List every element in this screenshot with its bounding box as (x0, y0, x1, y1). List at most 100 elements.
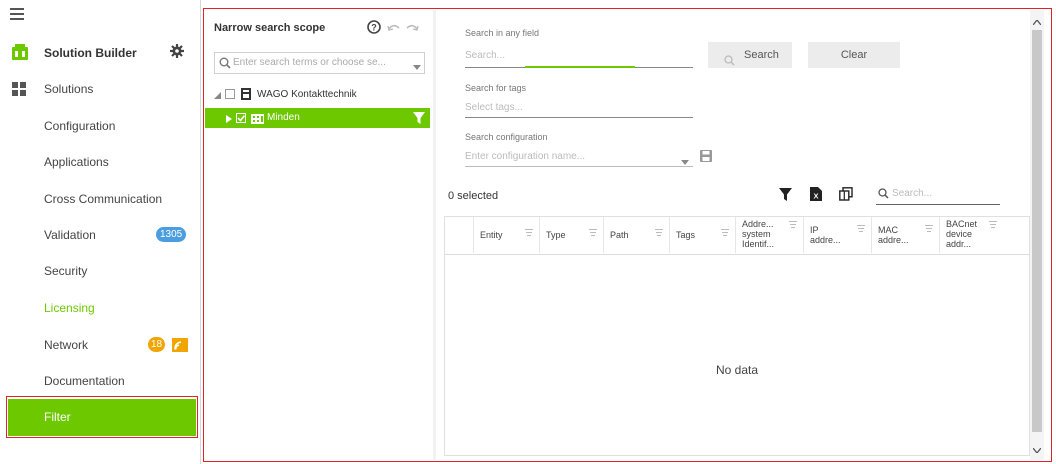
column-menu-icon[interactable] (721, 229, 729, 236)
tree-node-wago[interactable]: WAGO Kontakttechnik (214, 86, 429, 104)
excel-export-icon[interactable]: X (810, 187, 822, 201)
tags-placeholder: Select tags... (465, 102, 523, 113)
collapse-arrow-icon[interactable] (214, 90, 221, 99)
sidebar-item-label: Applications (44, 155, 109, 169)
chevron-down-icon[interactable] (413, 61, 421, 70)
column-header-ip-address[interactable]: IP addre... (803, 217, 871, 253)
sidebar-item-label: Documentation (44, 374, 125, 388)
sidebar-item-licensing[interactable]: Licensing (0, 291, 199, 327)
column-header-tags[interactable]: Tags (669, 217, 735, 253)
vertical-scrollbar[interactable] (1030, 10, 1044, 460)
validation-count-badge: 1305 (156, 227, 187, 242)
scroll-down-icon[interactable] (1032, 444, 1042, 455)
company-icon (241, 88, 251, 100)
column-header-label: Entity (480, 230, 503, 240)
search-icon (724, 50, 735, 66)
sidebar-item-validation[interactable]: Validation 1305 (0, 218, 199, 254)
filter-icon[interactable] (413, 112, 425, 124)
any-field-input[interactable]: Search... (465, 50, 693, 68)
sidebar: Solution Builder Solutions Configuration… (0, 0, 201, 464)
column-header-mac-address[interactable]: MAC addre... (871, 217, 939, 253)
no-data-message: No data (715, 363, 759, 377)
sidebar-item-configuration[interactable]: Configuration (0, 109, 199, 145)
tree-node-label: WAGO Kontakttechnik (257, 89, 357, 100)
sidebar-item-label: Licensing (44, 301, 95, 315)
sidebar-item-label: Cross Communication (44, 192, 163, 206)
column-menu-icon[interactable] (989, 221, 997, 228)
undo-icon[interactable] (387, 22, 401, 32)
search-scope-panel: Narrow search scope ? Enter search terms… (205, 10, 434, 460)
tree-node-checkbox[interactable] (225, 89, 235, 99)
selected-count: 0 selected (448, 190, 499, 202)
data-grid: Entity Type Path Tags Addre... system Id… (444, 216, 1030, 456)
column-header-address-system-identifier[interactable]: Addre... system Identif... (735, 217, 803, 253)
filter-highlight-box (6, 396, 198, 438)
clear-button[interactable]: Clear (808, 42, 900, 68)
sidebar-item-solutions[interactable]: Solutions (0, 72, 199, 108)
chevron-down-icon[interactable] (681, 156, 689, 165)
column-header-label: Path (610, 230, 629, 240)
tags-label: Search for tags (465, 83, 527, 93)
grid-search-input[interactable]: Search... (876, 185, 1000, 205)
tags-input[interactable]: Select tags... (465, 102, 693, 120)
solutions-icon (12, 82, 26, 96)
sidebar-item-documentation[interactable]: Documentation (0, 364, 199, 400)
save-icon[interactable] (700, 150, 712, 162)
grid-header-row: Entity Type Path Tags Addre... system Id… (445, 217, 1029, 255)
solution-builder-logo-icon (12, 44, 28, 60)
building-icon (251, 112, 264, 124)
column-header-entity[interactable]: Entity (473, 217, 539, 253)
sidebar-item-label: Network (44, 338, 89, 352)
column-menu-icon[interactable] (655, 229, 663, 236)
any-field-label: Search in any field (465, 28, 540, 38)
tree-node-minden[interactable]: Minden (205, 108, 430, 128)
svg-text:?: ? (371, 23, 377, 33)
column-header-label: MAC addre... (878, 225, 909, 245)
column-header-path[interactable]: Path (603, 217, 669, 253)
filter-icon[interactable] (779, 188, 792, 201)
column-header-label: Tags (676, 230, 696, 240)
clear-button-label: Clear (840, 49, 868, 61)
scope-search-placeholder: Enter search terms or choose se... (233, 57, 386, 68)
expand-arrow-icon[interactable] (226, 114, 232, 123)
scope-search-input[interactable]: Enter search terms or choose se... (214, 52, 425, 74)
column-header-label: BACnet device addr... (946, 219, 978, 249)
panel-title: Narrow search scope (214, 22, 326, 34)
config-input[interactable]: Enter configuration name... (465, 151, 693, 169)
config-placeholder: Enter configuration name... (465, 151, 586, 162)
column-menu-icon[interactable] (589, 229, 597, 236)
sidebar-item-label: Validation (44, 228, 96, 242)
any-field-placeholder: Search... (465, 50, 506, 61)
config-label: Search configuration (465, 132, 548, 142)
column-header-type[interactable]: Type (539, 217, 603, 253)
sidebar-item-label: Solutions (44, 82, 94, 96)
column-menu-icon[interactable] (525, 229, 533, 236)
column-header-label: IP addre... (810, 225, 841, 245)
sidebar-item-applications[interactable]: Applications (0, 145, 199, 181)
search-button[interactable]: Search (708, 42, 792, 68)
sidebar-item-label: Security (44, 264, 88, 278)
grid-search-placeholder: Search... (892, 188, 933, 199)
tree-node-checkbox-checked[interactable] (236, 113, 246, 123)
scroll-up-icon[interactable] (1032, 16, 1042, 26)
gear-icon[interactable] (170, 44, 184, 58)
search-icon (219, 57, 231, 69)
search-icon (878, 188, 889, 199)
column-menu-icon[interactable] (857, 225, 865, 232)
columns-chooser-icon[interactable] (839, 187, 853, 201)
search-panel: Search in any field Search... Search Cle… (436, 10, 1050, 460)
column-menu-icon[interactable] (925, 225, 933, 232)
redo-icon[interactable] (405, 22, 419, 32)
network-scan-icon (172, 338, 188, 352)
sidebar-item-network[interactable]: Network 18 (0, 328, 199, 364)
column-header-bacnet-device-address[interactable]: BACnet device addr... (939, 217, 1011, 253)
column-menu-icon[interactable] (789, 221, 797, 228)
tree-node-label: Minden (267, 112, 300, 123)
sidebar-item-security[interactable]: Security (0, 254, 199, 290)
sidebar-item-cross-communication[interactable]: Cross Communication (0, 182, 199, 218)
help-icon[interactable]: ? (367, 20, 381, 34)
scrollbar-thumb[interactable] (1032, 30, 1042, 432)
app-title: Solution Builder (44, 46, 137, 60)
hamburger-menu-icon[interactable] (10, 8, 24, 20)
svg-text:X: X (813, 192, 818, 201)
